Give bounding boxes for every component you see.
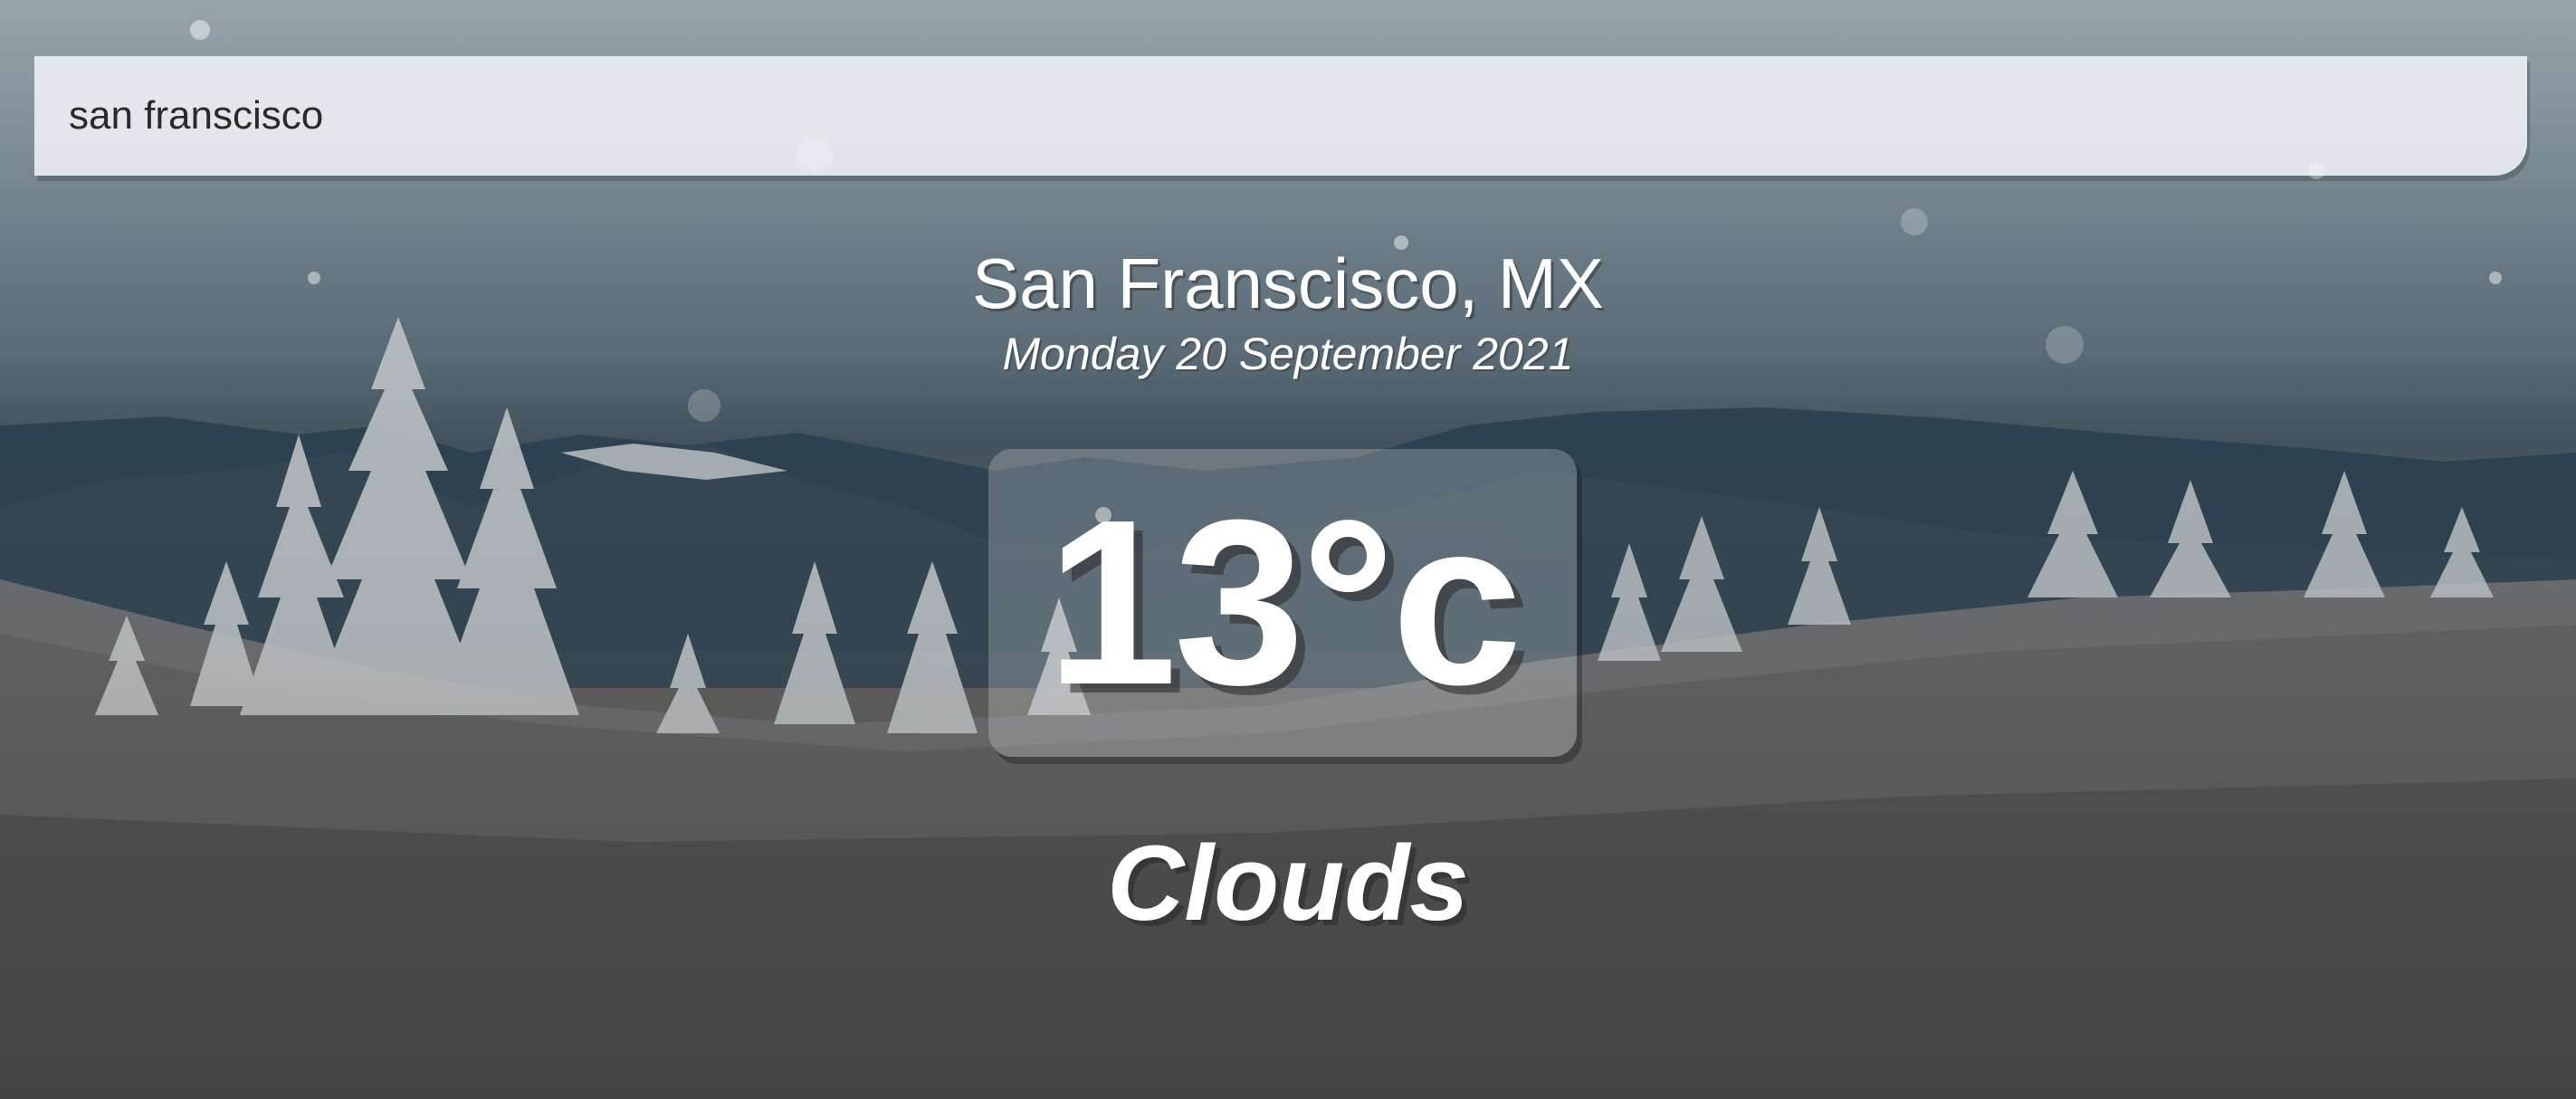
weather-condition: Clouds — [1107, 824, 1469, 943]
current-date: Monday 20 September 2021 — [1002, 329, 1574, 379]
location-title: San Franscisco, MX — [972, 244, 1604, 323]
temperature-box: 13°c — [988, 449, 1577, 757]
search-input[interactable] — [34, 56, 2527, 176]
weather-app: San Franscisco, MX Monday 20 September 2… — [0, 0, 2576, 1099]
temperature-value: 13°c — [1046, 472, 1522, 734]
